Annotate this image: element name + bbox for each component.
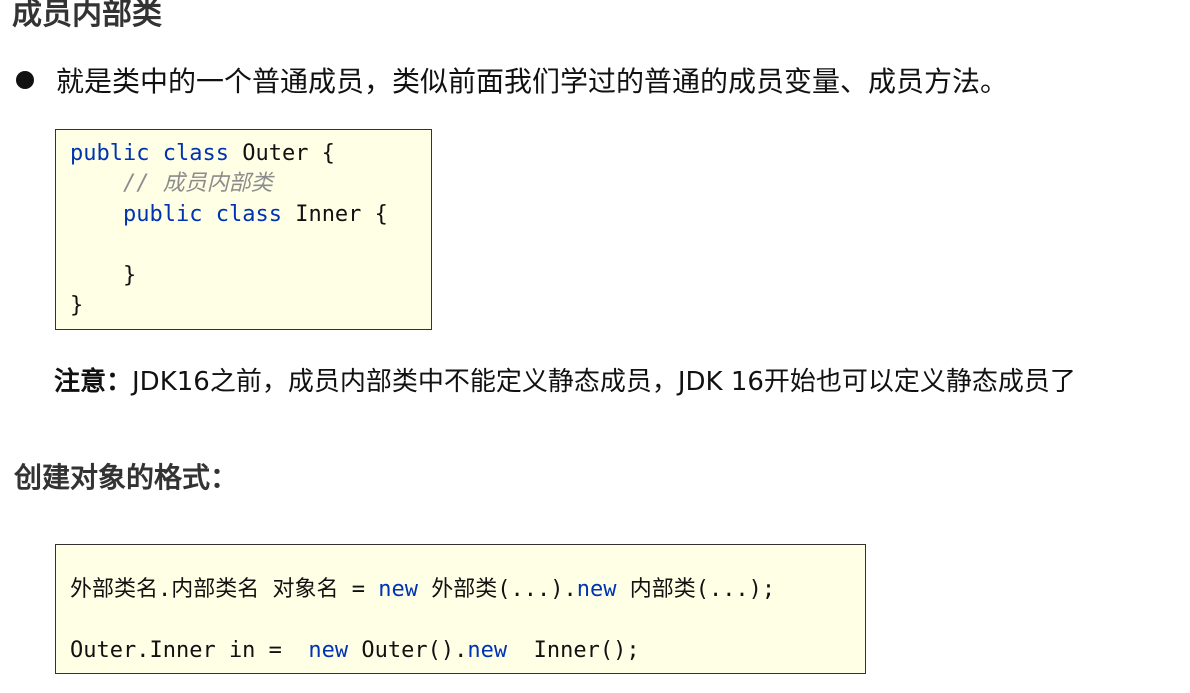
code-text: Outer.Inner in = (70, 638, 309, 663)
note-label: 注意： (54, 367, 133, 397)
code-text: } (122, 263, 137, 288)
code-block-class-definition: public class Outer { // 成员内部类 public cla… (55, 129, 432, 330)
code-text: Outer { (228, 141, 335, 166)
keyword: class (162, 141, 229, 166)
bullet-dot-icon (16, 71, 34, 89)
keyword: class (215, 202, 282, 227)
code-line-example: Outer.Inner in = new Outer().new Inner()… (70, 638, 640, 664)
note-text: JDK16之前，成员内部类中不能定义静态成员，JDK 16开始也可以定义静态成员… (132, 367, 1076, 397)
note-paragraph: 注意：JDK16之前，成员内部类中不能定义静态成员，JDK 16开始也可以定义静… (54, 366, 1124, 398)
code-text: Inner { (281, 202, 388, 227)
keyword: new (467, 638, 508, 663)
section-subtitle: 创建对象的格式： (14, 461, 239, 494)
page-title: 成员内部类 (12, 0, 162, 32)
code-text: 外部类名.内部类名 对象名 = (70, 577, 379, 602)
code-line-3: public class Inner { (70, 202, 388, 228)
keyword: new (576, 577, 617, 602)
keyword: new (378, 577, 418, 602)
code-text: } (70, 293, 84, 318)
keyword: public (70, 141, 150, 166)
bullet-item: 就是类中的一个普通成员，类似前面我们学过的普通的成员变量、成员方法。 (16, 62, 1008, 98)
code-comment: // 成员内部类 (122, 171, 273, 196)
code-block-create-object: 外部类名.内部类名 对象名 = new 外部类(...).new 内部类(...… (55, 544, 866, 674)
code-line-2: // 成员内部类 (70, 171, 273, 197)
code-line-5: } (70, 263, 136, 289)
code-line-syntax: 外部类名.内部类名 对象名 = new 外部类(...).new 内部类(...… (70, 577, 775, 603)
code-line-1: public class Outer { (70, 141, 335, 167)
keyword: public (122, 202, 203, 227)
code-line-6: } (70, 293, 83, 319)
keyword: new (308, 638, 349, 663)
code-text: 内部类(...); (616, 577, 776, 602)
code-text: 外部类(...). (417, 577, 577, 602)
bullet-text: 就是类中的一个普通成员，类似前面我们学过的普通的成员变量、成员方法。 (56, 65, 1009, 98)
code-text: Outer(). (348, 638, 468, 663)
code-text: Inner(); (507, 638, 640, 663)
